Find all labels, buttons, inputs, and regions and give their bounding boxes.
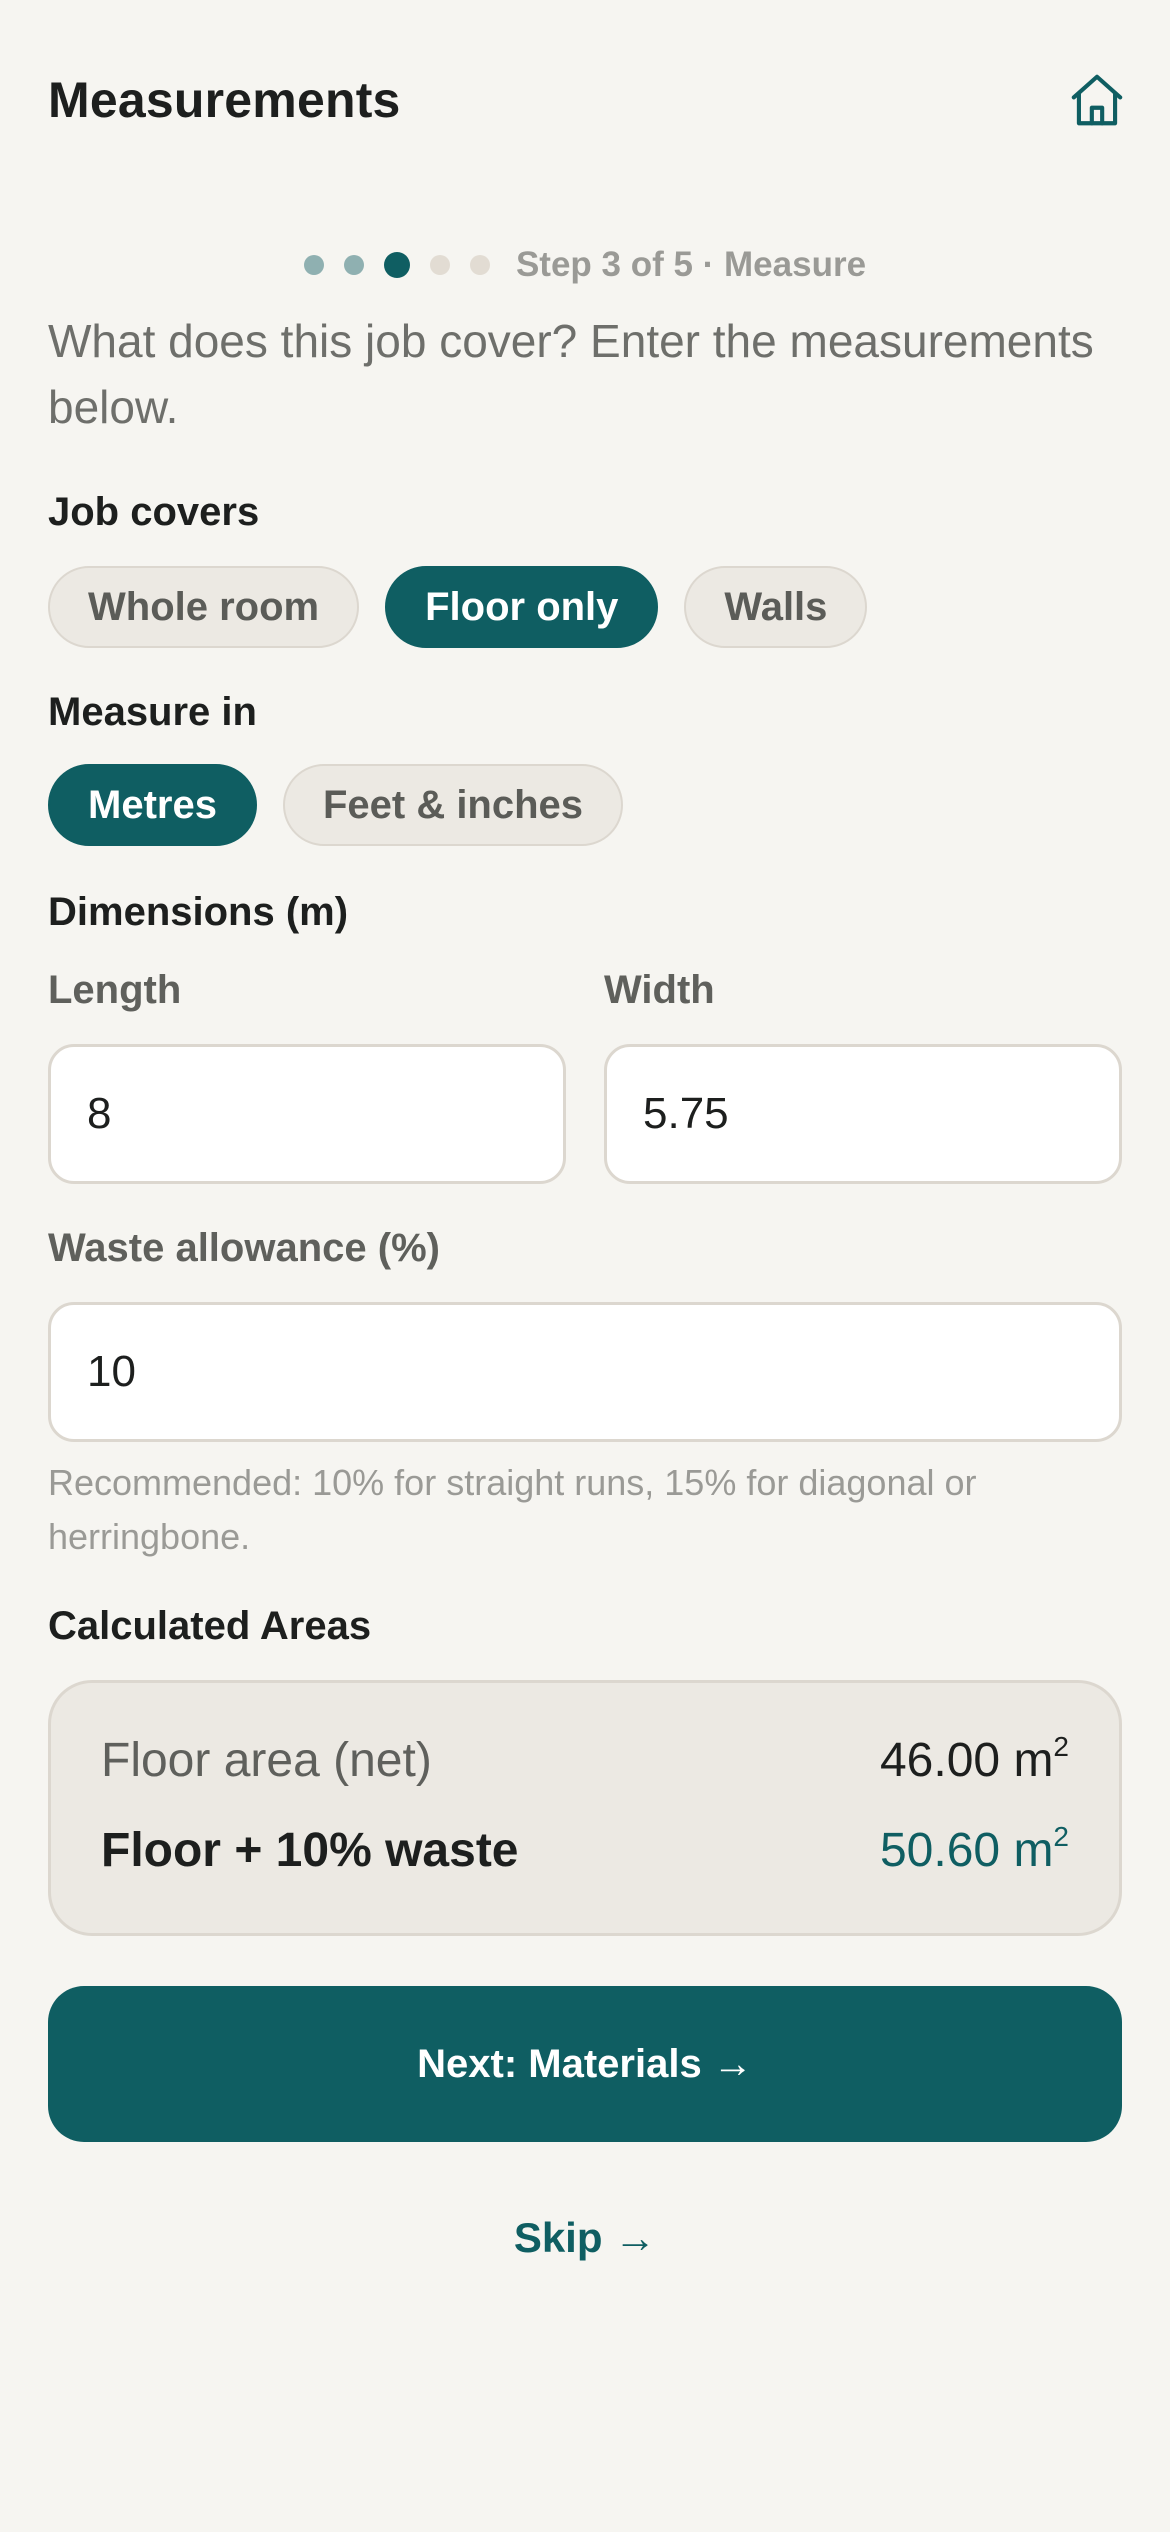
chip-whole-room[interactable]: Whole room (48, 566, 360, 648)
length-label: Length (48, 968, 182, 1012)
waste-area-value: 50.60 m2 (880, 1823, 1069, 1878)
step-dot-1 (303, 255, 324, 275)
calculated-areas-card: Floor area (net) 46.00 m2 Floor + 10% wa… (48, 1680, 1122, 1936)
dimensions-label: Dimensions (m) (48, 890, 349, 934)
step-dot-5 (469, 255, 490, 275)
net-area-value: 46.00 m2 (880, 1733, 1069, 1788)
measure-in-label: Measure in (48, 690, 257, 734)
step-dot-3 (383, 252, 410, 278)
width-label: Width (604, 968, 715, 1012)
page-title: Measurements (48, 72, 401, 128)
home-button[interactable] (1064, 67, 1130, 133)
step-dot-2 (343, 255, 364, 275)
net-area-unit-sup: 2 (1053, 1731, 1069, 1762)
waste-hint: Recommended: 10% for straight runs, 15% … (48, 1462, 977, 1557)
measure-in-options: Metres Feet & inches (48, 764, 624, 846)
width-input[interactable]: 5.75 (604, 1044, 1122, 1184)
waste-allowance-label: Waste allowance (%) (48, 1226, 440, 1270)
net-area-row: Floor area (net) 46.00 m2 (101, 1733, 1069, 1788)
job-covers-label: Job covers (48, 490, 260, 534)
chip-walls[interactable]: Walls (684, 566, 868, 648)
home-icon (1071, 74, 1123, 126)
waste-area-label: Floor + 10% waste (101, 1824, 519, 1877)
step-dots (303, 252, 490, 278)
job-covers-options: Whole room Floor only Walls (48, 566, 868, 648)
chip-metres[interactable]: Metres (48, 764, 257, 846)
header: Measurements (48, 60, 1130, 140)
net-area-label: Floor area (net) (101, 1734, 432, 1787)
chip-feet-inches[interactable]: Feet & inches (282, 764, 624, 846)
chip-floor-only[interactable]: Floor only (385, 566, 659, 648)
net-area-number: 46.00 m (879, 1734, 1054, 1787)
step-dot-4 (429, 255, 450, 275)
measurements-screen: Measurements Step 3 of 5 · Measure What … (0, 0, 1170, 2532)
waste-area-row: Floor + 10% waste 50.60 m2 (101, 1823, 1069, 1878)
skip-link[interactable]: Skip → (0, 2214, 1170, 2262)
waste-area-unit-sup: 2 (1053, 1821, 1069, 1852)
next-materials-button[interactable]: Next: Materials → (48, 1986, 1122, 2142)
intro-text: What does this job cover? Enter the meas… (48, 315, 1094, 433)
step-label: Step 3 of 5 · Measure (515, 245, 867, 284)
waste-allowance-input[interactable]: 10 (48, 1302, 1122, 1442)
length-input[interactable]: 8 (48, 1044, 566, 1184)
progress-stepper: Step 3 of 5 · Measure (0, 240, 1170, 290)
waste-area-number: 50.60 m (879, 1824, 1054, 1877)
calculated-areas-label: Calculated Areas (48, 1604, 372, 1648)
